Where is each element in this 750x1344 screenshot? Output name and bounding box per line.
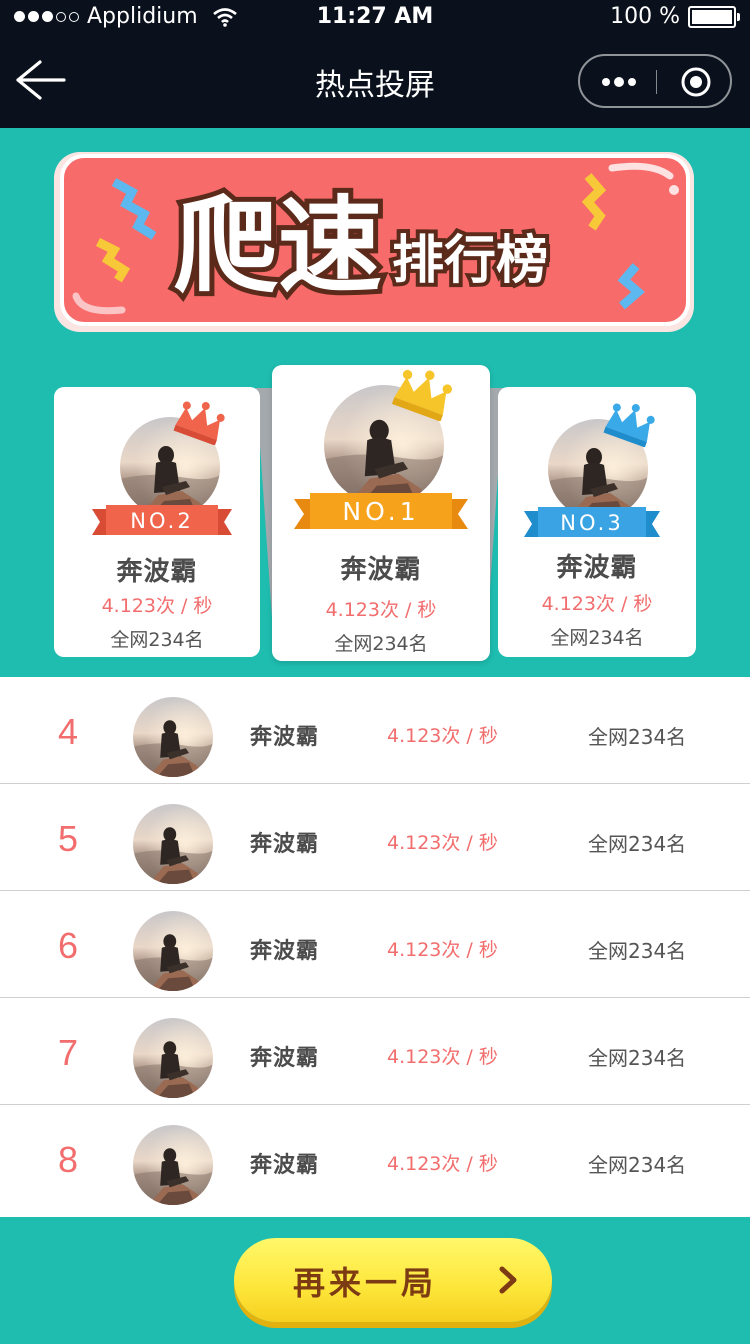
avatar: [133, 1018, 213, 1098]
chevron-right-icon: [499, 1266, 517, 1294]
more-dots-icon[interactable]: [600, 70, 640, 94]
avatar: [133, 697, 213, 777]
battery-label: 100 %: [610, 4, 680, 29]
ranking-list: 4 奔波霸 4.123次 / 秒 全网234名 5 奔波霸 4.123次 / 秒…: [0, 677, 750, 1217]
avatar: [133, 1125, 213, 1205]
player-speed: 4.123次 / 秒: [387, 939, 498, 961]
crown-icon: [173, 401, 225, 445]
avatar: [133, 804, 213, 884]
podium-card-second[interactable]: NO.2 奔波霸 4.123次 / 秒 全网234名: [54, 387, 260, 657]
player-speed: 4.123次 / 秒: [387, 1046, 498, 1068]
rank-ribbon: NO.3: [524, 507, 660, 537]
capsule-divider: [656, 70, 657, 94]
list-item[interactable]: 5 奔波霸 4.123次 / 秒 全网234名: [0, 784, 750, 891]
player-speed: 4.123次 / 秒: [387, 1153, 498, 1175]
player-name: 奔波霸: [116, 557, 198, 587]
leaderboard-banner: 爬速 排行榜: [54, 152, 694, 332]
podium-card-third[interactable]: NO.3 奔波霸 4.123次 / 秒 全网234名: [498, 387, 696, 657]
player-rank: 全网234名: [334, 633, 428, 655]
rank-number: 7: [57, 1032, 79, 1073]
player-rank: 全网234名: [588, 1153, 687, 1177]
player-speed: 4.123次 / 秒: [541, 593, 653, 615]
crown-icon: [603, 403, 655, 447]
player-rank: 全网234名: [110, 629, 204, 651]
status-bar: Applidium 11:27 AM 100 %: [0, 0, 750, 36]
player-name: 奔波霸: [340, 555, 422, 585]
player-name: 奔波霸: [250, 725, 320, 750]
player-speed: 4.123次 / 秒: [387, 832, 498, 854]
banner-title: 爬速: [174, 185, 382, 307]
player-name: 奔波霸: [250, 1046, 320, 1071]
rank-number: 8: [57, 1139, 79, 1180]
play-again-button[interactable]: 再来一局: [234, 1238, 552, 1322]
player-speed: 4.123次 / 秒: [387, 725, 498, 747]
player-rank: 全网234名: [588, 725, 687, 749]
player-name: 奔波霸: [250, 939, 320, 964]
top-bar: Applidium 11:27 AM 100 % 热点投屏: [0, 0, 750, 128]
mini-program-capsule: [578, 54, 732, 108]
crown-icon: [391, 369, 452, 421]
list-item[interactable]: 6 奔波霸 4.123次 / 秒 全网234名: [0, 891, 750, 998]
list-item[interactable]: 7 奔波霸 4.123次 / 秒 全网234名: [0, 998, 750, 1105]
battery-icon: [688, 5, 740, 28]
rank-badge: NO.1: [342, 497, 419, 526]
player-rank: 全网234名: [588, 1046, 687, 1070]
battery-status: 100 %: [610, 4, 740, 29]
player-name: 奔波霸: [556, 553, 638, 583]
player-rank: 全网234名: [550, 627, 644, 649]
podium-card-first[interactable]: NO.1 奔波霸 4.123次 / 秒 全网234名: [272, 365, 490, 661]
avatar: [133, 911, 213, 991]
top-three-podium: NO.2 奔波霸 4.123次 / 秒 全网234名 NO.1 奔波霸 4.12…: [0, 360, 750, 670]
player-name: 奔波霸: [250, 832, 320, 857]
player-rank: 全网234名: [588, 832, 687, 856]
rank-number: 5: [57, 818, 79, 859]
player-speed: 4.123次 / 秒: [101, 595, 213, 617]
rank-ribbon: NO.1: [294, 493, 468, 529]
rank-number: 4: [57, 711, 79, 752]
list-item[interactable]: 4 奔波霸 4.123次 / 秒 全网234名: [0, 677, 750, 784]
banner-subtitle: 排行榜: [392, 231, 548, 291]
list-item[interactable]: 8 奔波霸 4.123次 / 秒 全网234名: [0, 1105, 750, 1215]
target-circle-icon[interactable]: [680, 66, 712, 98]
play-again-label: 再来一局: [292, 1264, 437, 1302]
rank-number: 6: [57, 925, 79, 966]
rank-ribbon: NO.2: [92, 505, 232, 535]
rank-badge: NO.3: [560, 511, 623, 535]
player-name: 奔波霸: [250, 1153, 320, 1178]
player-speed: 4.123次 / 秒: [325, 599, 437, 621]
rank-badge: NO.2: [130, 509, 193, 533]
player-rank: 全网234名: [588, 939, 687, 963]
